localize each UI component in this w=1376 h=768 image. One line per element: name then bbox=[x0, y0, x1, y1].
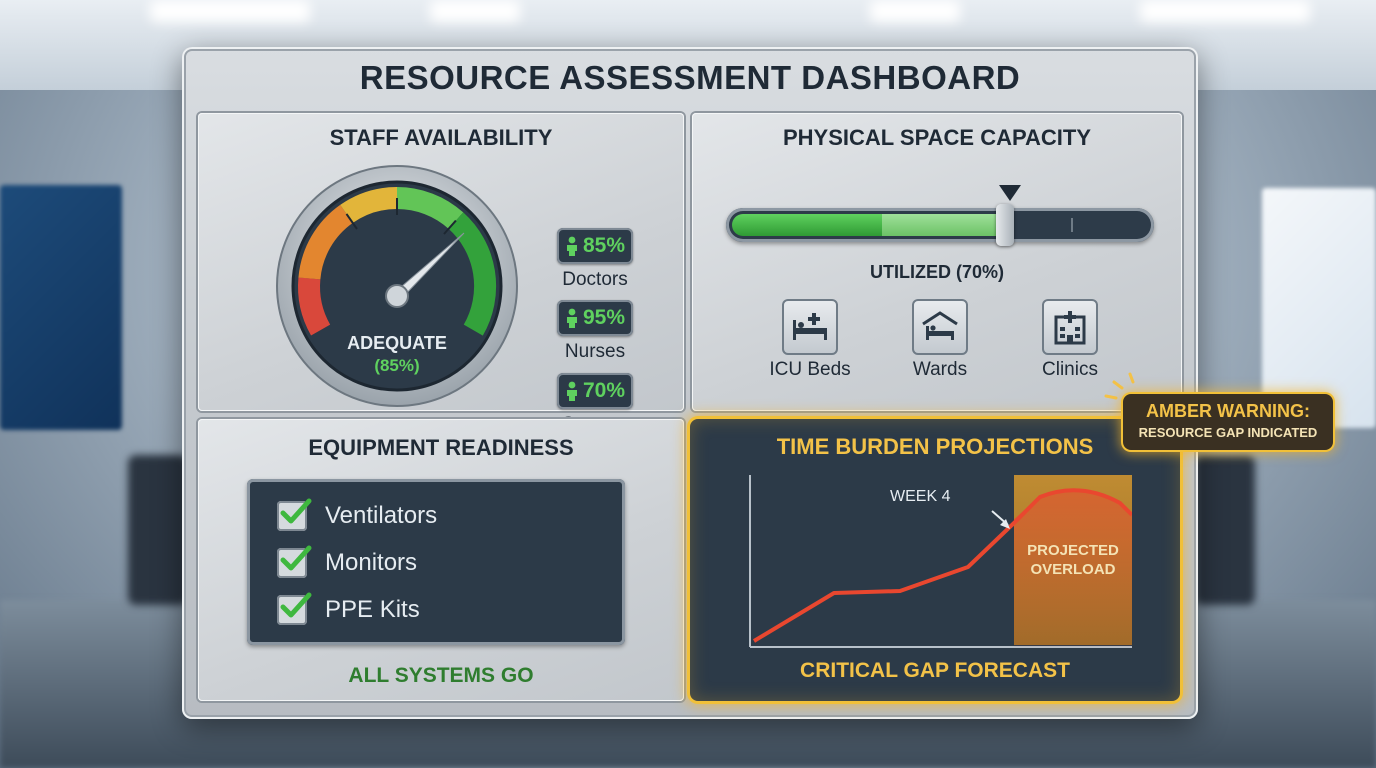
equipment-readiness-title: EQUIPMENT READINESS bbox=[308, 435, 574, 460]
overload-label-line1: PROJECTED bbox=[1027, 542, 1119, 559]
nurses-value: 95% bbox=[582, 306, 626, 329]
equipment-checklist: Ventilators Monitors PPE Kits bbox=[247, 479, 625, 645]
doctors-availability-badge: 85% bbox=[557, 228, 633, 264]
warning-title: AMBER WARNING: bbox=[1146, 401, 1310, 421]
background-wall-screen bbox=[0, 185, 122, 430]
time-burden-title: TIME BURDEN PROJECTIONS bbox=[776, 434, 1094, 459]
gauge-status-text: ADEQUATE bbox=[347, 333, 447, 353]
checkbox-checked-icon[interactable] bbox=[277, 545, 312, 578]
ppe-kits-label: PPE Kits bbox=[325, 596, 420, 623]
equipment-readiness-panel: EQUIPMENT READINESS Ventilators Monitors… bbox=[198, 419, 684, 701]
background-chair bbox=[128, 455, 188, 605]
staff-gauge: ADEQUATE (85%) bbox=[274, 163, 520, 409]
capacity-handle[interactable] bbox=[996, 204, 1014, 246]
background-chair bbox=[1195, 455, 1255, 605]
person-icon bbox=[566, 308, 577, 328]
background-wall-screen bbox=[1262, 188, 1376, 428]
capacity-fill-secondary bbox=[882, 214, 1000, 236]
staff-availability-title: STAFF AVAILABILITY bbox=[329, 125, 553, 150]
week-marker-label: WEEK 4 bbox=[890, 488, 951, 505]
overload-label-line2: OVERLOAD bbox=[1030, 561, 1115, 578]
equipment-item-ventilators[interactable]: Ventilators bbox=[277, 496, 437, 536]
checkbox-checked-icon[interactable] bbox=[277, 592, 312, 625]
monitors-label: Monitors bbox=[325, 549, 418, 576]
equipment-status: ALL SYSTEMS GO bbox=[348, 664, 534, 687]
nurses-label: Nurses bbox=[564, 341, 626, 362]
utilized-label: UTILIZED (70%) bbox=[869, 262, 1004, 282]
clinic-building-icon[interactable] bbox=[1042, 299, 1098, 355]
person-icon bbox=[566, 381, 577, 401]
amber-warning-badge[interactable]: AMBER WARNING: RESOURCE GAP INDICATED bbox=[1123, 394, 1333, 450]
person-icon bbox=[566, 236, 577, 256]
checkbox-checked-icon[interactable] bbox=[277, 498, 312, 531]
ceiling-light bbox=[150, 0, 310, 22]
time-burden-panel: TIME BURDEN PROJECTIONS WEEK 4 PROJECTED… bbox=[690, 419, 1180, 701]
physical-space-panel: PHYSICAL SPACE CAPACITY UTILIZED (70%) I… bbox=[692, 113, 1182, 411]
support-availability-badge: 70% bbox=[557, 373, 633, 409]
capacity-tick bbox=[1071, 218, 1073, 232]
ceiling-light bbox=[430, 0, 520, 22]
dashboard-panel: RESOURCE ASSESSMENT DASHBOARD STAFF AVAI… bbox=[182, 47, 1198, 719]
nurses-availability-badge: 95% bbox=[557, 300, 633, 336]
icu-bed-icon[interactable] bbox=[782, 299, 838, 355]
ventilators-label: Ventilators bbox=[325, 502, 438, 529]
warning-detail: RESOURCE GAP INDICATED bbox=[1138, 425, 1318, 440]
ward-bed-icon[interactable] bbox=[912, 299, 968, 355]
icu-beds-label: ICU Beds bbox=[769, 359, 851, 380]
staff-availability-panel: STAFF AVAILABILITY ADEQUATE (85%) 85% Do… bbox=[198, 113, 684, 435]
capacity-bar bbox=[726, 204, 1154, 246]
ceiling-light bbox=[870, 0, 960, 22]
support-value: 70% bbox=[582, 379, 626, 402]
doctors-label: Doctors bbox=[562, 269, 628, 290]
doctors-value: 85% bbox=[582, 234, 626, 257]
ceiling-light bbox=[1140, 0, 1310, 22]
gauge-value-text: (85%) bbox=[374, 356, 419, 375]
time-burden-footer: CRITICAL GAP FORECAST bbox=[800, 659, 1070, 682]
capacity-fill bbox=[732, 214, 882, 236]
equipment-item-monitors[interactable]: Monitors bbox=[277, 543, 417, 583]
equipment-item-ppe-kits[interactable]: PPE Kits bbox=[277, 590, 420, 630]
time-burden-chart: WEEK 4 PROJECTED OVERLOAD bbox=[740, 475, 1134, 651]
physical-space-title: PHYSICAL SPACE CAPACITY bbox=[782, 125, 1092, 150]
wards-label: Wards bbox=[912, 359, 968, 380]
dashboard-title: RESOURCE ASSESSMENT DASHBOARD bbox=[359, 59, 1021, 96]
capacity-marker-arrow bbox=[999, 185, 1021, 201]
